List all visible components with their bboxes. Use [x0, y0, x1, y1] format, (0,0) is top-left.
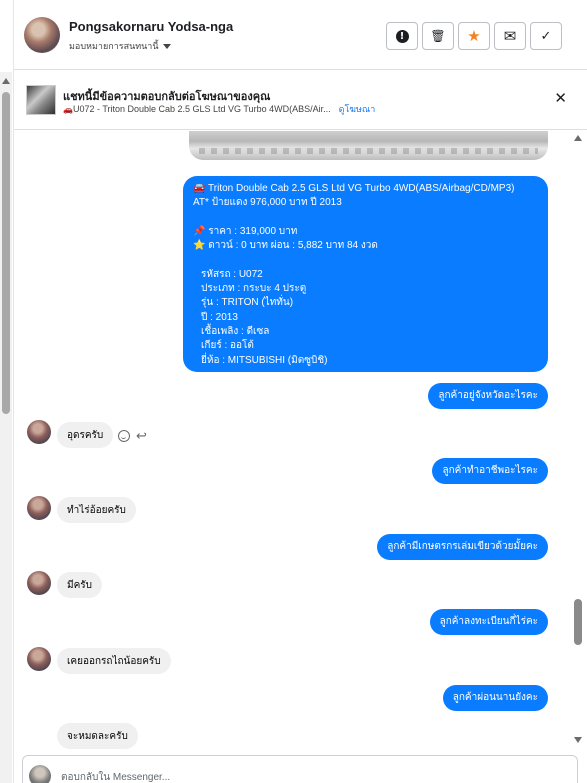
- mail-icon: ✉: [503, 28, 517, 45]
- assign-conversation-dropdown[interactable]: มอบหมายการสนทนานี้: [69, 39, 171, 53]
- card-line: รุ่น : TRITON (ไททั่น): [201, 297, 294, 309]
- reply-input-placeholder[interactable]: ตอบกลับใน Messenger...: [61, 770, 170, 783]
- star-button[interactable]: ★: [458, 22, 490, 50]
- card-line: เกียร์ : ออโต้: [201, 340, 254, 352]
- card-line: เชื้อเพลิง : ดีเซล: [201, 325, 270, 337]
- incoming-message[interactable]: มีครับ: [57, 572, 102, 598]
- assign-label: มอบหมายการสนทนานี้: [69, 41, 159, 51]
- alert-icon: !: [395, 29, 409, 43]
- card-line: ประเภท : กระบะ 4 ประตู: [201, 283, 307, 295]
- outgoing-message[interactable]: ลูกค้าผ่อนนานยังคะ: [442, 685, 548, 711]
- card-line: ยี่ห้อ : MITSUBISHI (มิตซูบิชิ): [201, 354, 328, 366]
- ad-info: 🚗U072 - Triton Double Cab 2.5 GLS Ltd VG…: [63, 102, 375, 116]
- scroll-up-arrow-icon[interactable]: [2, 78, 10, 84]
- contact-avatar: [27, 647, 51, 671]
- incoming-message[interactable]: จะหมดละครับ: [57, 723, 138, 749]
- card-line: ปี : 2013: [201, 311, 238, 323]
- ad-name: U072 - Triton Double Cab 2.5 GLS Ltd VG …: [72, 104, 331, 114]
- contact-avatar: [27, 571, 51, 595]
- outgoing-message[interactable]: ลูกค้าลงทะเบียนกี่ไร่คะ: [429, 609, 548, 635]
- contact-name[interactable]: Pongsakornaru Yodsa-nga: [69, 19, 233, 34]
- card-line: [193, 253, 538, 267]
- outgoing-message[interactable]: ลูกค้ามีเกษตรกรเล่มเขียวด้วยมั้ยคะ: [377, 534, 548, 560]
- card-line: ⭐ ดาวน์ : 0 บาท ผ่อน : 5,882 บาท 84 งวด: [193, 240, 378, 252]
- incoming-message[interactable]: อุดรครับ: [57, 422, 114, 448]
- trash-icon: 🗑: [430, 29, 446, 43]
- car-icon: 🚗: [63, 105, 73, 114]
- mark-done-button[interactable]: ✓: [530, 22, 562, 50]
- scroll-down-arrow-icon[interactable]: [574, 737, 582, 743]
- outgoing-message[interactable]: ลูกค้าอยู่จังหวัดอะไรคะ: [428, 383, 548, 409]
- smiley-icon[interactable]: [118, 430, 130, 442]
- mark-unread-button[interactable]: ✉: [494, 22, 526, 50]
- incoming-message[interactable]: ทำไร่อ้อยครับ: [57, 497, 136, 523]
- chevron-down-icon: [162, 43, 171, 49]
- card-line: รหัสรถ : U072: [201, 268, 263, 280]
- page-scrollbar[interactable]: [0, 72, 12, 783]
- incoming-message[interactable]: เคยออกรถไถน้อยครับ: [57, 648, 171, 674]
- card-line: 📌 ราคา : 319,000 บาท: [193, 225, 298, 237]
- contact-avatar: [27, 420, 51, 444]
- contact-avatar: [27, 496, 51, 520]
- card-line: 🚘 Triton Double Cab 2.5 GLS Ltd VG Turbo…: [193, 183, 515, 194]
- chat-scrollbar[interactable]: [572, 131, 584, 747]
- card-line: AT* ป้ายแดง 976,000 บาท ปี 2013: [193, 197, 342, 209]
- header-actions: ! 🗑 ★ ✉ ✓: [386, 22, 562, 50]
- scroll-up-arrow-icon[interactable]: [574, 135, 582, 141]
- card-line: [193, 211, 538, 225]
- car-details-message: 🚘 Triton Double Cab 2.5 GLS Ltd VG Turbo…: [183, 176, 548, 372]
- close-icon[interactable]: ✕: [554, 91, 567, 107]
- check-icon: ✓: [540, 28, 552, 43]
- car-photo-message[interactable]: [189, 131, 548, 160]
- view-ad-link[interactable]: ดูโฆษณา: [339, 102, 376, 116]
- page-scrollbar-thumb[interactable]: [2, 92, 10, 414]
- chat-scrollbar-thumb[interactable]: [574, 599, 582, 645]
- reply-composer[interactable]: ตอบกลับใน Messenger...: [22, 755, 578, 783]
- mark-spam-button[interactable]: !: [386, 22, 418, 50]
- message-actions: ↩: [118, 429, 147, 442]
- reply-icon[interactable]: ↩: [136, 429, 147, 442]
- ad-name-row: 🚗U072 - Triton Double Cab 2.5 GLS Ltd VG…: [63, 104, 331, 114]
- star-icon: ★: [467, 28, 481, 45]
- page-avatar: [29, 765, 51, 783]
- contact-avatar[interactable]: [24, 17, 60, 53]
- conversation-header: Pongsakornaru Yodsa-nga มอบหมายการสนทนาน…: [14, 0, 587, 70]
- outgoing-message[interactable]: ลูกค้าทำอาชีพอะไรคะ: [432, 458, 548, 484]
- ad-context-banner: แชทนี้มีข้อความตอบกลับต่อโฆษณาของคุณ 🚗U0…: [14, 71, 587, 130]
- ad-thumbnail[interactable]: [26, 85, 56, 115]
- delete-button[interactable]: 🗑: [422, 22, 454, 50]
